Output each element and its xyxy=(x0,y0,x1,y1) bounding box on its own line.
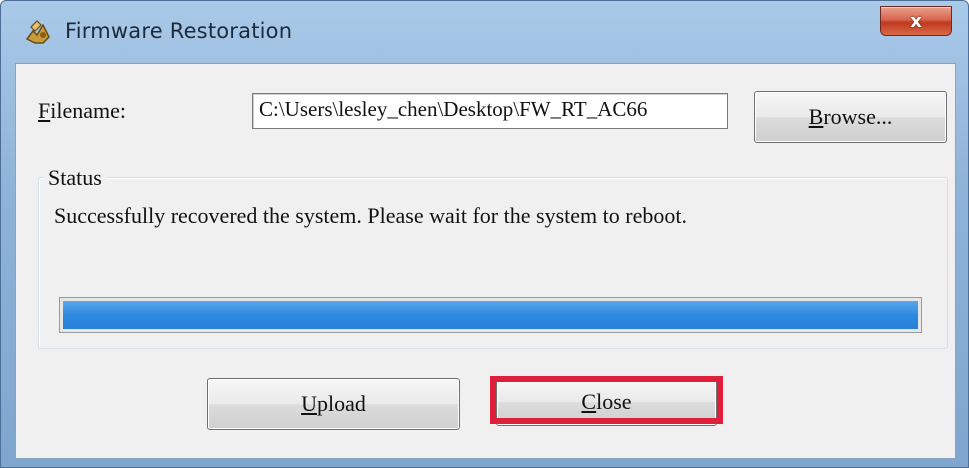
upload-button[interactable]: Upload xyxy=(207,378,460,430)
progress-bar xyxy=(59,297,922,333)
firmware-restoration-app-icon xyxy=(25,20,50,44)
browse-button[interactable]: Browse... xyxy=(754,91,947,143)
filename-label-accesskey: F xyxy=(38,98,51,123)
upload-accesskey: U xyxy=(301,391,317,416)
close-button-highlight xyxy=(490,376,723,424)
browse-accesskey: B xyxy=(808,104,824,129)
filename-label-text: ilename: xyxy=(50,98,126,123)
status-message: Successfully recovered the system. Pleas… xyxy=(54,203,687,228)
firmware-restoration-window: Firmware Restoration x Filename: C:\User… xyxy=(0,0,969,468)
upload-label: pload xyxy=(317,391,366,416)
status-legend: Status xyxy=(44,165,106,191)
browse-label: rowse... xyxy=(823,104,893,129)
filename-field[interactable]: C:\Users\lesley_chen\Desktop\FW_RT_AC66 xyxy=(252,93,728,129)
dialog-client-area: Filename: C:\Users\lesley_chen\Desktop\F… xyxy=(15,63,956,459)
close-icon: x xyxy=(910,10,922,32)
title-bar[interactable]: Firmware Restoration x xyxy=(1,1,968,63)
window-close-button[interactable]: x xyxy=(880,6,952,36)
filename-label: Filename: xyxy=(38,98,126,124)
window-title: Firmware Restoration xyxy=(65,19,293,43)
progress-bar-fill xyxy=(63,301,918,329)
